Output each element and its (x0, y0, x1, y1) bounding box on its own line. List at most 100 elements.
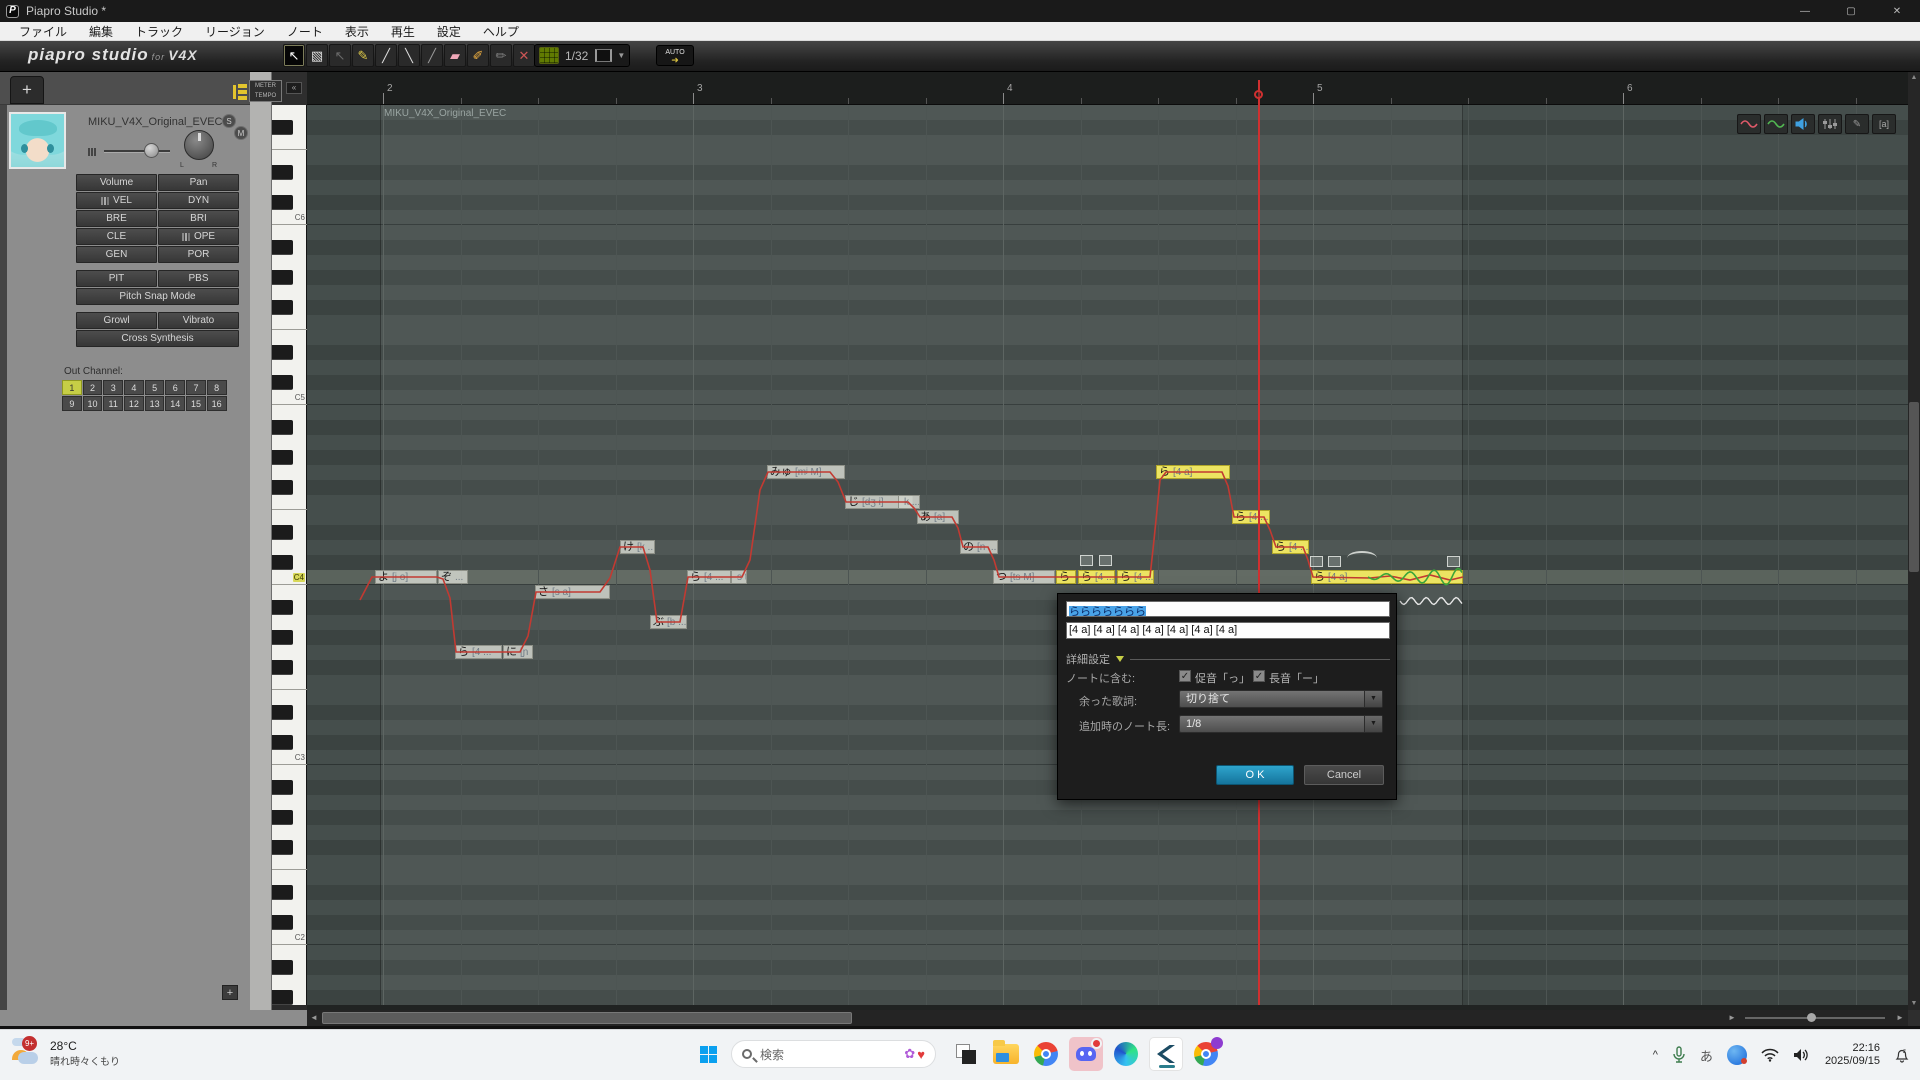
channel-10[interactable]: 10 (83, 396, 103, 411)
key-row[interactable] (272, 525, 307, 540)
note-ぞ-1[interactable]: ぞ... (438, 570, 468, 584)
menu-item-2[interactable]: トラック (124, 22, 194, 40)
black-key[interactable] (272, 705, 293, 720)
key-row[interactable] (272, 720, 307, 735)
channel-3[interactable]: 3 (103, 380, 123, 395)
black-key[interactable] (272, 840, 293, 855)
key-row[interactable] (272, 180, 307, 195)
meter-tempo-box[interactable]: METER TEMPO (249, 80, 282, 102)
maximize-button[interactable]: ▢ (1828, 0, 1874, 22)
key-row[interactable] (272, 615, 307, 630)
black-key[interactable] (272, 450, 293, 465)
vertical-scrollbar[interactable]: ▲ ▼ (1908, 72, 1920, 1010)
note-みゅ-9[interactable]: みゅ[mʲ M] (767, 465, 845, 479)
black-key[interactable] (272, 165, 293, 180)
scroll-up-arrow[interactable]: ▲ (1908, 72, 1920, 84)
channel-9[interactable]: 9 (62, 396, 82, 411)
key-row[interactable] (272, 285, 307, 300)
black-key[interactable] (272, 885, 293, 900)
note-け-5[interactable]: け[k ... (620, 540, 655, 554)
key-row[interactable] (272, 675, 307, 690)
menu-item-8[interactable]: ヘルプ (472, 22, 530, 40)
key-row[interactable] (272, 870, 307, 885)
collapse-button[interactable]: « (286, 82, 302, 94)
black-key[interactable] (272, 960, 293, 975)
vertical-scroll-thumb[interactable] (1909, 402, 1919, 572)
wifi-icon[interactable] (1761, 1048, 1779, 1062)
param-button-pit[interactable]: PIT (76, 270, 157, 287)
track-name[interactable]: MIKU_V4X_Original_EVEC (88, 116, 228, 128)
param-button-vibrato[interactable]: Vibrato (158, 312, 239, 329)
key-row[interactable] (272, 405, 307, 420)
discord-icon[interactable] (1069, 1037, 1103, 1071)
note-x-8[interactable]: s t (731, 570, 747, 584)
param-button-pbs[interactable]: PBS (158, 270, 239, 287)
key-row[interactable] (272, 705, 307, 720)
key-row[interactable] (272, 840, 307, 855)
black-key[interactable] (272, 630, 293, 645)
playhead-line[interactable] (1258, 80, 1260, 1005)
note-ら-15[interactable]: ら (1056, 570, 1076, 584)
key-row[interactable] (272, 660, 307, 675)
channel-7[interactable]: 7 (186, 380, 206, 395)
grid-snap-icon[interactable] (539, 47, 559, 64)
minimize-button[interactable]: — (1782, 0, 1828, 22)
note-よ-0[interactable]: よ[j o] (375, 570, 437, 584)
pointer-tool[interactable]: ↖ (283, 44, 305, 67)
mixer-icon[interactable] (1818, 114, 1842, 134)
param-button-cross-synthesis[interactable]: Cross Synthesis (76, 330, 239, 347)
monitor-speaker-icon[interactable] (1791, 114, 1815, 134)
black-key[interactable] (272, 120, 293, 135)
mute-button[interactable]: M (234, 126, 248, 140)
key-row[interactable] (272, 480, 307, 495)
snipping-tool-icon[interactable] (949, 1037, 983, 1071)
key-row[interactable] (272, 495, 307, 510)
ime-icon[interactable]: あ (1700, 1046, 1713, 1065)
playhead-marker[interactable] (1254, 90, 1263, 99)
note-ら-19[interactable]: ら[4 ... (1232, 510, 1270, 524)
note-に-3[interactable]: に[ɲ ... (503, 645, 533, 659)
black-key[interactable] (272, 555, 293, 570)
black-key[interactable] (272, 660, 293, 675)
param-button-vel[interactable]: VEL (76, 192, 157, 209)
leftover-dropdown[interactable]: 切り捨て ▼ (1179, 690, 1383, 708)
microphone-icon[interactable] (1672, 1046, 1686, 1064)
key-row[interactable] (272, 945, 307, 960)
key-row[interactable] (272, 810, 307, 825)
menu-item-6[interactable]: 再生 (380, 22, 426, 40)
param-button-bre[interactable]: BRE (76, 210, 157, 227)
chouon-checkbox[interactable]: ✓ (1253, 670, 1265, 682)
weather-widget[interactable]: 9+ 28°C 晴れ時々くもり (10, 1036, 120, 1070)
key-row[interactable] (272, 105, 307, 120)
chrome-profile-icon[interactable] (1189, 1037, 1223, 1071)
channel-14[interactable]: 14 (165, 396, 185, 411)
scroll-down-arrow[interactable]: ▼ (1908, 998, 1920, 1010)
note-length-icon[interactable] (595, 49, 612, 62)
menu-item-5[interactable]: 表示 (334, 22, 380, 40)
channel-6[interactable]: 6 (165, 380, 185, 395)
channel-15[interactable]: 15 (186, 396, 206, 411)
lyric-mode-icon[interactable]: [a] (1872, 114, 1896, 134)
volume-slider[interactable] (104, 150, 170, 153)
sidebar-plus-button[interactable]: + (222, 985, 238, 1000)
start-button[interactable] (691, 1037, 725, 1071)
curve-tool[interactable]: ╱ (421, 44, 443, 67)
key-row[interactable] (272, 540, 307, 555)
menu-item-7[interactable]: 設定 (426, 22, 472, 40)
phonetic-input[interactable]: [4 a] [4 a] [4 a] [4 a] [4 a] [4 a] [4 a… (1066, 622, 1390, 639)
key-row[interactable] (272, 135, 307, 150)
key-row[interactable] (272, 240, 307, 255)
black-key[interactable] (272, 375, 293, 390)
note-ぶ-6[interactable]: ぶ[b ... (650, 615, 687, 629)
piapro-taskbar-icon[interactable] (1149, 1037, 1183, 1071)
file-explorer-icon[interactable] (989, 1037, 1023, 1071)
zoom-slider-knob[interactable] (1807, 1013, 1816, 1022)
key-row[interactable] (272, 165, 307, 180)
note-ら-16[interactable]: ら[4 ... (1078, 570, 1115, 584)
selection-handle-1[interactable] (1099, 555, 1112, 566)
key-row[interactable] (272, 855, 307, 870)
polyline-tool[interactable]: ╲ (398, 44, 420, 67)
black-key[interactable] (272, 480, 293, 495)
menu-item-1[interactable]: 編集 (78, 22, 124, 40)
delete-tool[interactable]: ✕ (513, 44, 535, 67)
